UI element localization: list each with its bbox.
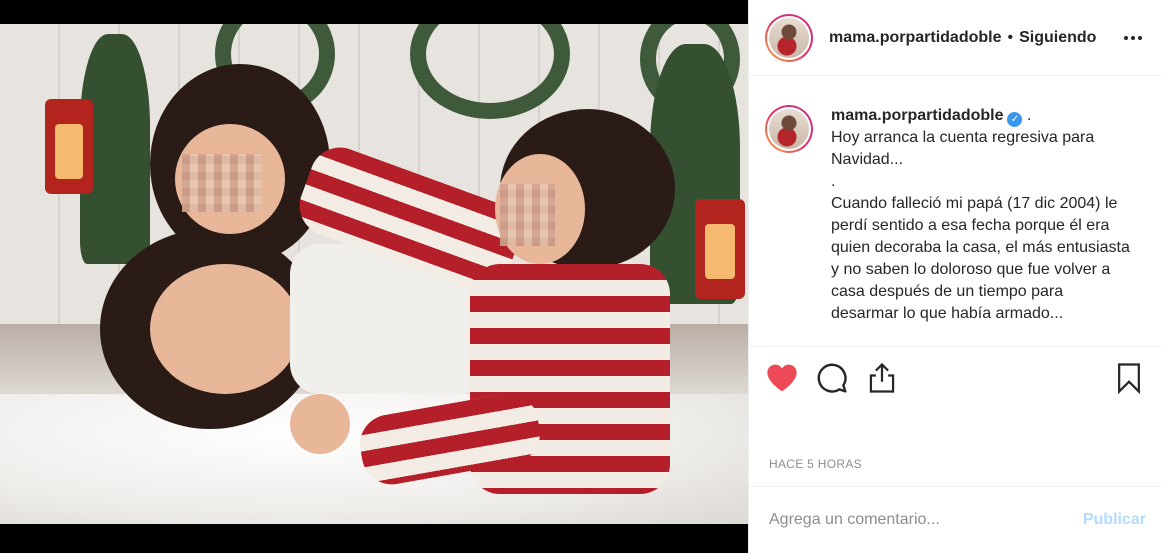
photo-area <box>0 0 748 553</box>
publish-button[interactable]: Publicar <box>1083 511 1146 529</box>
post-header: mama.porpartidadoble • Siguiendo <box>749 0 1161 76</box>
header-avatar-frame <box>767 15 811 60</box>
caption-area: mama.porpartidadoble ✓ . Hoy arranca la c… <box>749 77 1161 345</box>
comment-button[interactable] <box>815 361 849 395</box>
baby-foot <box>290 394 350 454</box>
boy-face-blur <box>500 184 555 246</box>
header-username[interactable]: mama.porpartidadoble <box>829 29 1001 47</box>
post-timestamp[interactable]: HACE 5 HORAS <box>769 457 862 471</box>
post-sidebar: mama.porpartidadoble • Siguiendo mama.po… <box>748 0 1161 553</box>
header-avatar-image <box>769 17 809 58</box>
following-button[interactable]: Siguiendo <box>1019 29 1096 47</box>
girl-face-blur <box>182 154 262 212</box>
header-avatar[interactable] <box>765 13 813 62</box>
lantern-left-glow <box>55 124 83 179</box>
comment-input[interactable] <box>769 511 1083 529</box>
lantern-right-glow <box>705 224 735 279</box>
caption-text: Hoy arranca la cuenta regresiva para Nav… <box>831 129 1130 322</box>
caption-avatar-frame <box>767 107 811 151</box>
header-separator: • <box>1007 28 1014 46</box>
share-button[interactable] <box>865 361 899 395</box>
more-options-icon[interactable] <box>1121 26 1145 50</box>
bookmark-icon <box>1118 362 1140 394</box>
mother-face <box>150 264 300 394</box>
caption-body: mama.porpartidadoble ✓ . Hoy arranca la c… <box>831 105 1131 345</box>
post-photo[interactable] <box>0 24 748 524</box>
caption-avatar[interactable] <box>765 105 813 153</box>
action-bar <box>749 346 1161 408</box>
caption-username[interactable]: mama.porpartidadoble <box>831 107 1003 124</box>
comment-icon <box>817 363 847 393</box>
caption-trailing: . <box>1026 107 1032 124</box>
verified-badge-icon: ✓ <box>1007 112 1023 127</box>
heart-filled-icon <box>767 364 797 391</box>
comment-form: Publicar <box>749 486 1161 553</box>
like-button[interactable] <box>765 361 799 395</box>
share-icon <box>869 362 895 393</box>
save-button[interactable] <box>1112 361 1146 395</box>
caption-avatar-image <box>769 109 809 149</box>
